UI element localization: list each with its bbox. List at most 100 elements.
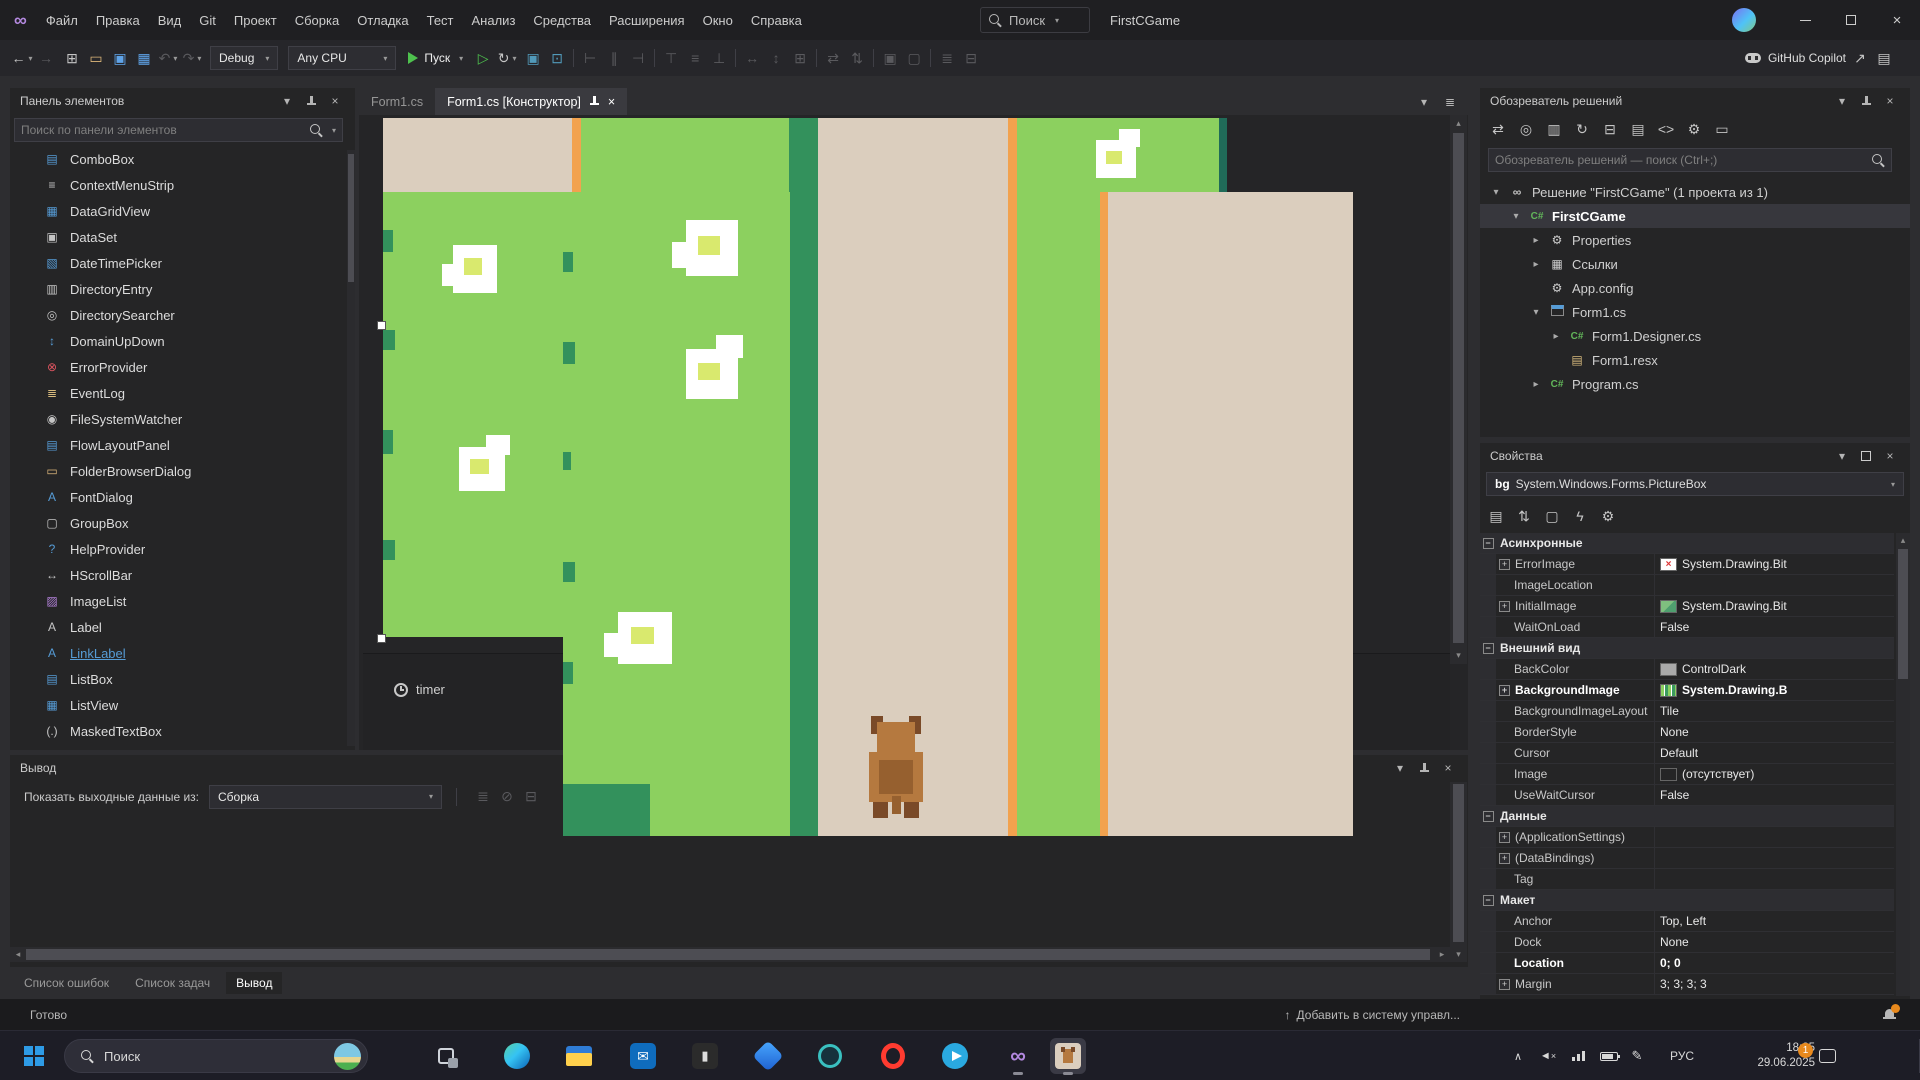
toolbox-item-datagridview[interactable]: ▦DataGridView: [10, 198, 355, 224]
bring-to-front-button[interactable]: ▣: [878, 46, 902, 70]
output-scrollbar[interactable]: ▾: [1450, 782, 1467, 962]
toolbox-item-label[interactable]: ALabel: [10, 614, 355, 640]
toolbox-item-flowlayoutpanel[interactable]: ▤FlowLayoutPanel: [10, 432, 355, 458]
tab-form1-cs-designer[interactable]: Form1.cs [Конструктор] ×: [435, 88, 627, 115]
start-button[interactable]: [24, 1046, 44, 1066]
sync-with-active-document-button[interactable]: ⇄: [1486, 117, 1510, 141]
pending-changes-button[interactable]: ◎: [1514, 117, 1538, 141]
property-row[interactable]: +(ApplicationSettings): [1480, 827, 1894, 848]
volume-button[interactable]: ◄×: [1536, 1031, 1560, 1080]
quick-search-box[interactable]: Поиск ▾: [980, 7, 1090, 33]
property-row[interactable]: BackColorControlDark: [1480, 659, 1894, 680]
align-lefts-button[interactable]: ⊢: [578, 46, 602, 70]
bottom-tab-0[interactable]: Список ошибок: [14, 972, 119, 994]
close-button[interactable]: ×: [1880, 91, 1900, 111]
properties-window-button[interactable]: ⚙: [1682, 117, 1706, 141]
align-rights-button[interactable]: ⊣: [626, 46, 650, 70]
properties-scrollbar[interactable]: ▴: [1896, 533, 1910, 996]
property-row[interactable]: ImageLocation: [1480, 575, 1894, 596]
selection-handle[interactable]: [377, 321, 386, 330]
toolbox-item-directorysearcher[interactable]: ◎DirectorySearcher: [10, 302, 355, 328]
expand-icon[interactable]: +: [1499, 601, 1510, 612]
editor-scrollbar[interactable]: ▴ ▾: [1450, 115, 1467, 664]
solution-configuration-select[interactable]: Debug ▾: [210, 46, 278, 70]
language-button[interactable]: РУС: [1662, 1031, 1702, 1080]
toolbox-item-filesystemwatcher[interactable]: ◉FileSystemWatcher: [10, 406, 355, 432]
property-pages-button[interactable]: ⚙: [1596, 504, 1620, 528]
property-row[interactable]: +InitialImageSystem.Drawing.Bit: [1480, 596, 1894, 617]
github-copilot-button[interactable]: GitHub Copilot: [1745, 51, 1846, 65]
property-row[interactable]: AnchorTop, Left: [1480, 911, 1894, 932]
dark-app-button[interactable]: ▮: [687, 1038, 723, 1074]
collapse-all-button[interactable]: ⊟: [1598, 117, 1622, 141]
window-position-button[interactable]: ▾: [1390, 758, 1410, 778]
maximize-button[interactable]: [1856, 446, 1876, 466]
collapse-icon[interactable]: −: [1483, 643, 1494, 654]
property-value[interactable]: System.Drawing.B: [1654, 680, 1894, 700]
solution-explorer-search[interactable]: [1488, 148, 1892, 172]
make-same-height-button[interactable]: ↕: [764, 46, 788, 70]
toolbox-item-combobox[interactable]: ▤ComboBox: [10, 146, 355, 172]
align-middles-button[interactable]: ≡: [683, 46, 707, 70]
taskbar-search[interactable]: Поиск: [64, 1039, 368, 1073]
solution-search-input[interactable]: [1495, 153, 1866, 167]
toolbox-item-dataset[interactable]: ▣DataSet: [10, 224, 355, 250]
property-value[interactable]: ×System.Drawing.Bit: [1654, 554, 1894, 574]
object-selector[interactable]: bg System.Windows.Forms.PictureBox ▾: [1486, 472, 1904, 496]
menu-item-7[interactable]: Тест: [418, 0, 463, 40]
solution-tree-node[interactable]: ▾C#FirstCGame: [1480, 204, 1910, 228]
solution-tree-node[interactable]: ⚙App.config: [1480, 276, 1910, 300]
solution-tree-node[interactable]: ▸C#Form1.Designer.cs: [1480, 324, 1910, 348]
solution-tree-node[interactable]: ▸▦Ссылки: [1480, 252, 1910, 276]
toolbox-item-maskedtextbox[interactable]: (.)MaskedTextBox: [10, 718, 355, 744]
toolbox-item-contextmenustrip[interactable]: ≡ContextMenuStrip: [10, 172, 355, 198]
game-window[interactable]: [563, 192, 1353, 836]
close-button[interactable]: ×: [1438, 758, 1458, 778]
close-button[interactable]: ×: [325, 91, 345, 111]
property-row[interactable]: DockNone: [1480, 932, 1894, 953]
window-position-button[interactable]: ▾: [1832, 446, 1852, 466]
expand-icon[interactable]: +: [1499, 832, 1510, 843]
minimize-button[interactable]: [1782, 0, 1828, 40]
tray-expand-button[interactable]: ∧: [1506, 1031, 1530, 1080]
menu-item-2[interactable]: Вид: [149, 0, 191, 40]
window-position-button[interactable]: ▾: [1832, 91, 1852, 111]
property-category-row[interactable]: −Асинхронные: [1480, 533, 1894, 554]
toolbox-item-linklabel[interactable]: ALinkLabel: [10, 640, 355, 666]
pin-button[interactable]: [1414, 758, 1434, 778]
align-centers-button[interactable]: ∥: [602, 46, 626, 70]
toolbox-item-eventlog[interactable]: ≣EventLog: [10, 380, 355, 406]
expand-icon[interactable]: +: [1499, 559, 1510, 570]
solution-tree-node[interactable]: ▾∞Решение "FirstCGame" (1 проекта из 1): [1480, 180, 1910, 204]
property-value[interactable]: 0; 0: [1654, 953, 1894, 973]
maximize-button[interactable]: [1828, 0, 1874, 40]
network-button[interactable]: [1566, 1031, 1590, 1080]
collapse-icon[interactable]: −: [1483, 811, 1494, 822]
navigate-forward-button[interactable]: →: [34, 46, 58, 70]
messages-button[interactable]: ≣: [471, 785, 495, 809]
toolbox-item-errorprovider[interactable]: ⊗ErrorProvider: [10, 354, 355, 380]
expand-icon[interactable]: +: [1499, 979, 1510, 990]
toolbox-item-listbox[interactable]: ▤ListBox: [10, 666, 355, 692]
property-row[interactable]: UseWaitCursorFalse: [1480, 785, 1894, 806]
firstcgame-button[interactable]: [1050, 1038, 1086, 1074]
open-file-button[interactable]: ▭: [84, 46, 108, 70]
refresh-button[interactable]: ↻: [1570, 117, 1594, 141]
teal-app-button[interactable]: [812, 1038, 848, 1074]
close-button[interactable]: ×: [1874, 0, 1920, 40]
toolbox-item-datetimepicker[interactable]: ▧DateTimePicker: [10, 250, 355, 276]
battery-button[interactable]: [1596, 1031, 1622, 1080]
timer-component[interactable]: timer: [394, 682, 445, 697]
task-view-button[interactable]: [428, 1031, 464, 1080]
property-value[interactable]: ControlDark: [1654, 659, 1894, 679]
editor-options-button[interactable]: ≣: [1440, 92, 1460, 112]
solution-platform-select[interactable]: Any CPU ▾: [288, 46, 396, 70]
collapse-icon[interactable]: −: [1483, 538, 1494, 549]
property-value[interactable]: False: [1654, 617, 1894, 637]
property-row[interactable]: +(DataBindings): [1480, 848, 1894, 869]
collapse-icon[interactable]: −: [1483, 895, 1494, 906]
tree-expander-icon[interactable]: ▸: [1530, 259, 1542, 270]
show-all-files-button[interactable]: ▤: [1626, 117, 1650, 141]
make-same-size-button[interactable]: ⊞: [788, 46, 812, 70]
messenger-app-button[interactable]: [937, 1038, 973, 1074]
